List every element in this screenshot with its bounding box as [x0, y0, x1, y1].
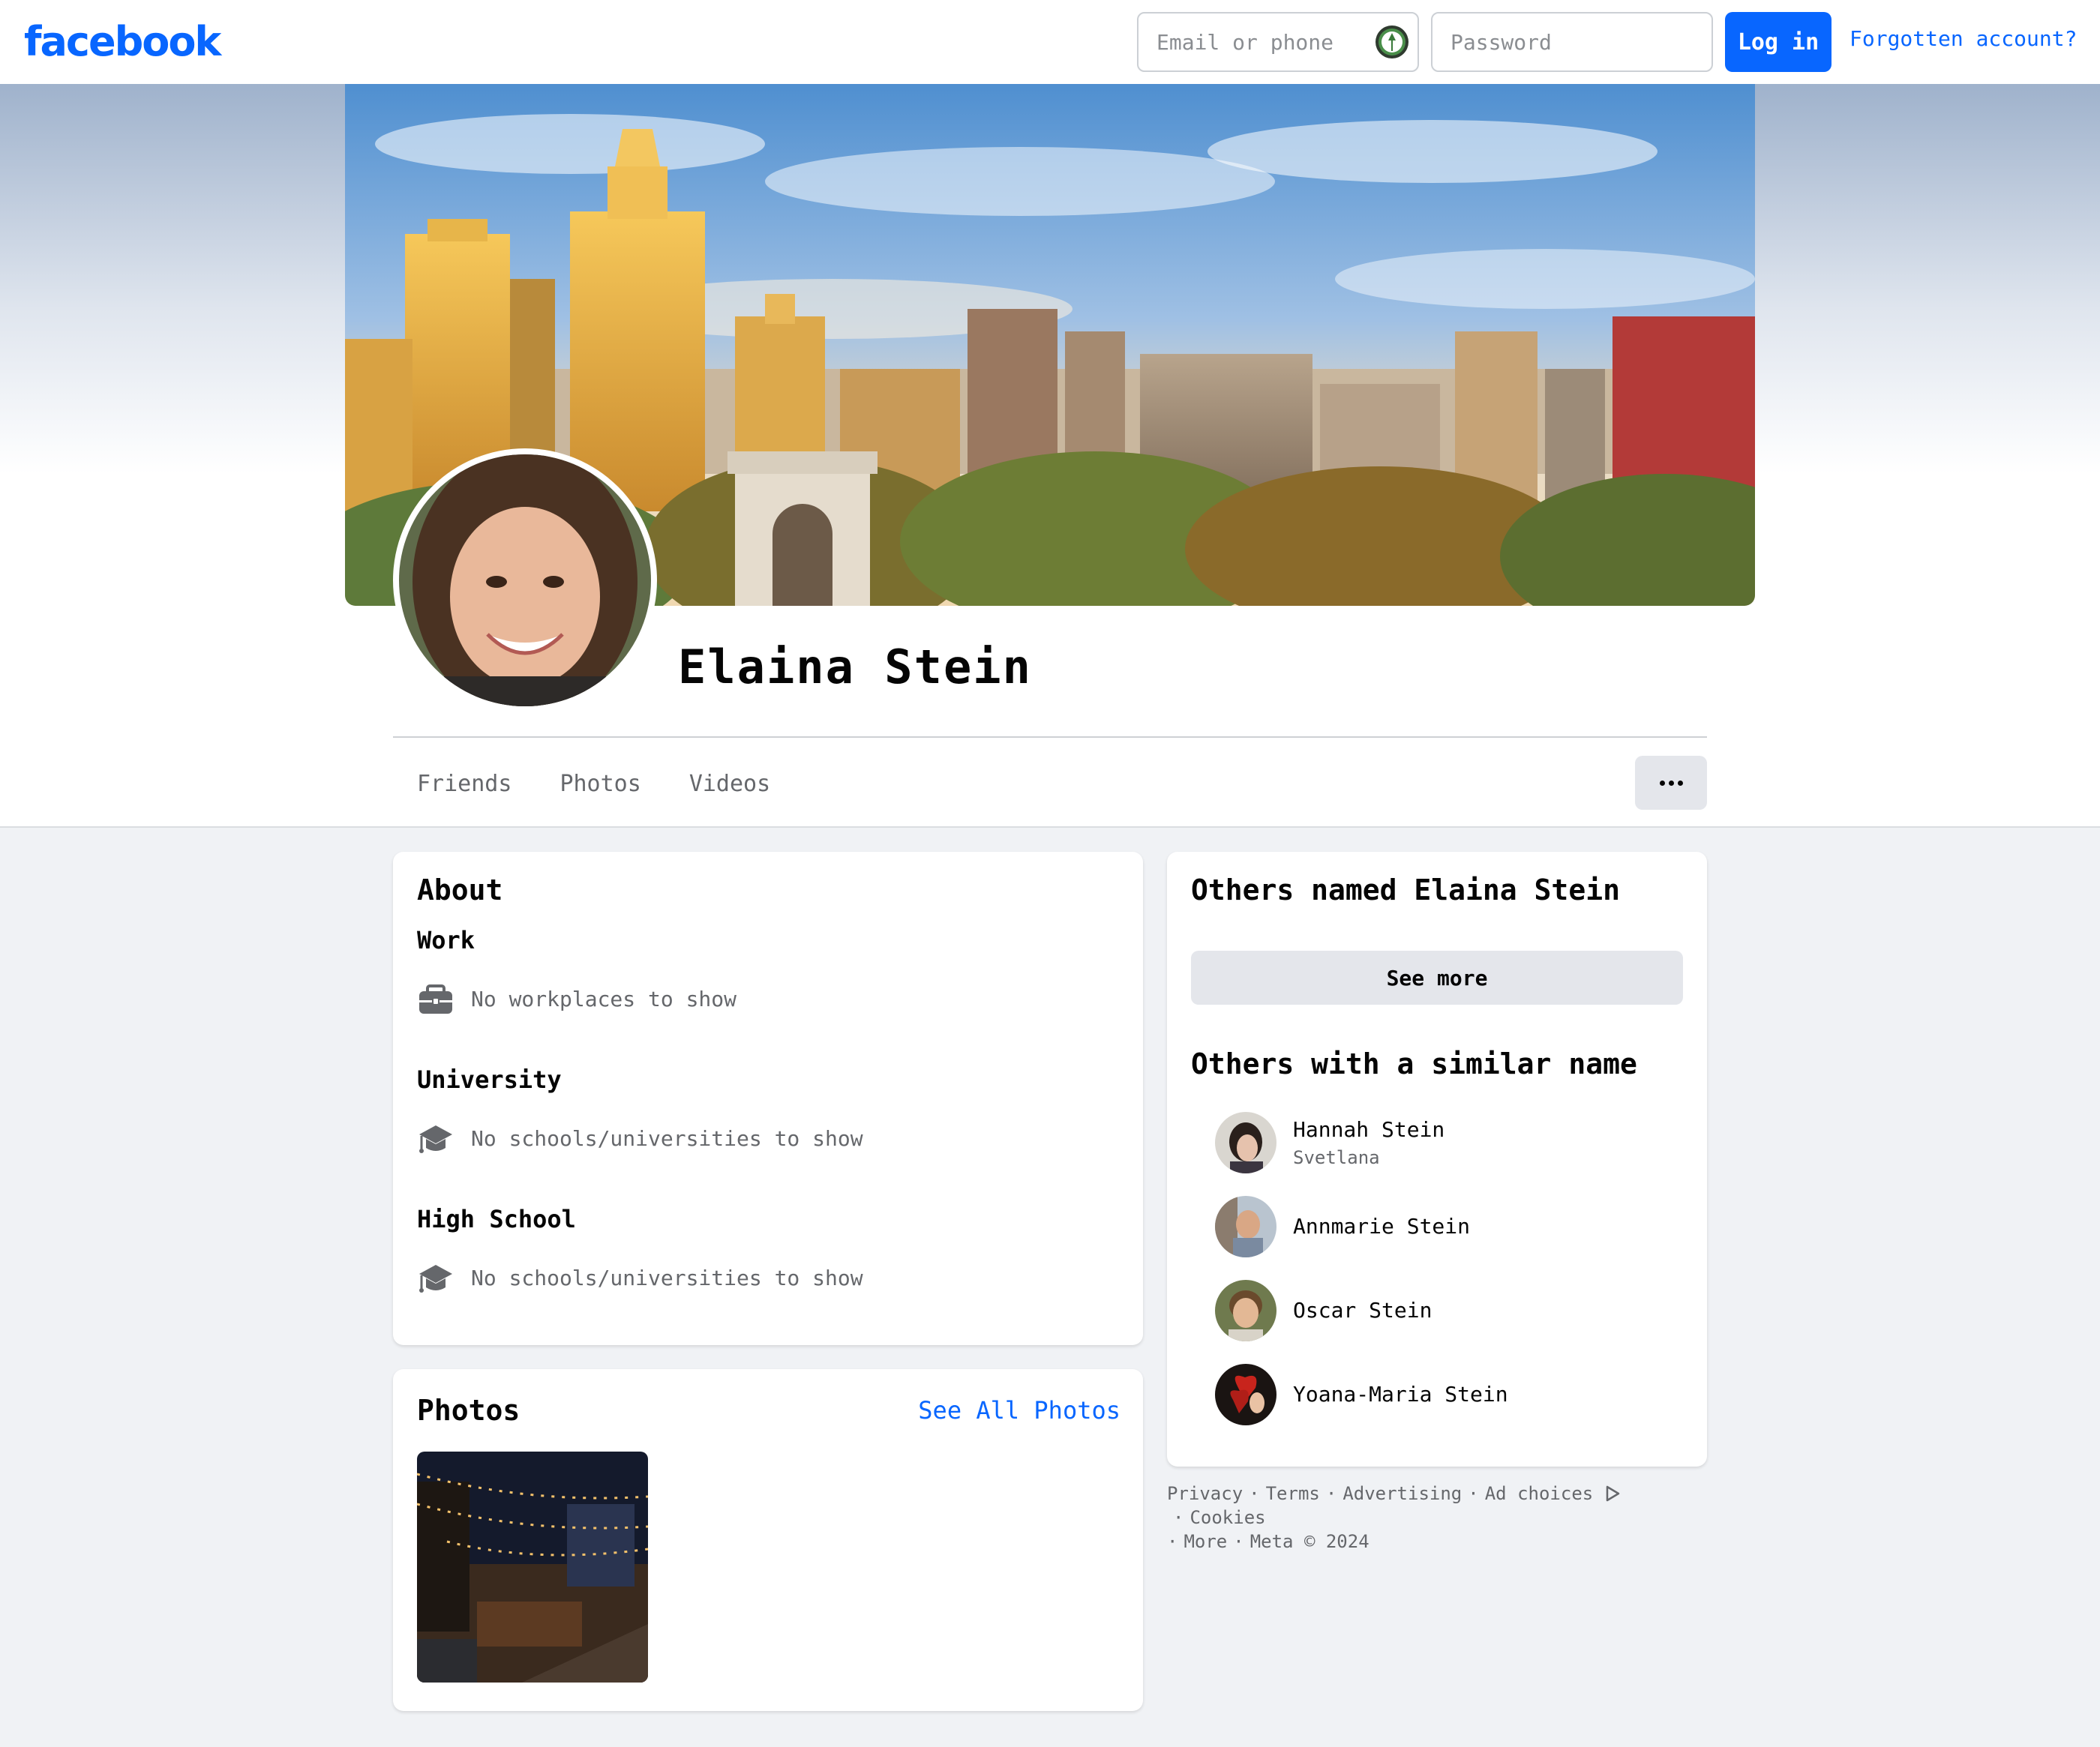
work-info-row: No workplaces to show — [417, 979, 736, 1018]
facebook-logo[interactable]: facebook — [24, 18, 221, 66]
footer-link-terms[interactable]: Terms — [1266, 1483, 1320, 1504]
more-dots-icon — [1668, 780, 1674, 786]
university-empty-text: No schools/universities to show — [471, 1125, 863, 1151]
tab-friends[interactable]: Friends — [393, 757, 536, 811]
list-item[interactable]: Annmarie Stein — [1215, 1195, 1470, 1258]
photo-thumbnail[interactable] — [417, 1452, 648, 1683]
forgotten-account-link[interactable]: Forgotten account? — [1850, 24, 2077, 54]
more-dots-icon — [1659, 780, 1665, 786]
more-dots-icon — [1677, 780, 1683, 786]
footer-link-cookies[interactable]: Cookies — [1190, 1507, 1265, 1528]
ad-choices-icon — [1606, 1485, 1619, 1502]
work-heading: Work — [417, 926, 476, 954]
tab-videos[interactable]: Videos — [665, 757, 794, 811]
password-input[interactable] — [1432, 13, 1712, 70]
person-subtitle: Svetlana — [1293, 1147, 1380, 1168]
about-title: About — [417, 874, 503, 906]
footer-link-more[interactable]: More — [1184, 1531, 1227, 1552]
footer: Privacy · Terms · Advertising · Ad choices · Co… — [1167, 1482, 1714, 1554]
briefcase-icon — [419, 984, 452, 1014]
graduation-cap-icon — [419, 1125, 452, 1153]
graduation-cap-icon — [419, 1265, 452, 1293]
avatar[interactable] — [1215, 1112, 1276, 1173]
high-school-empty-text: No schools/universities to show — [471, 1265, 863, 1290]
list-item[interactable]: Yoana-Maria Stein — [1215, 1363, 1508, 1426]
footer-link-privacy[interactable]: Privacy — [1167, 1483, 1243, 1504]
list-item[interactable]: Hannah Stein Svetlana — [1215, 1111, 1444, 1174]
more-options-button[interactable] — [1635, 756, 1707, 810]
photos-card: Photos See All Photos — [393, 1369, 1143, 1711]
profile-picture[interactable] — [393, 448, 657, 712]
copyright-text: Meta © 2024 — [1250, 1531, 1370, 1552]
avatar[interactable] — [1215, 1196, 1276, 1257]
person-name[interactable]: Oscar Stein — [1293, 1296, 1432, 1326]
ad-choices-label: Ad choices — [1484, 1483, 1594, 1504]
photos-title: Photos — [417, 1394, 520, 1427]
header-divider — [393, 736, 1707, 738]
avatar[interactable] — [1215, 1364, 1276, 1425]
person-name[interactable]: Yoana-Maria Stein — [1293, 1380, 1508, 1410]
person-name[interactable]: Hannah Stein — [1293, 1115, 1444, 1145]
top-navigation-bar: facebook Log in Forgotten account? — [0, 0, 2100, 84]
password-manager-icon[interactable] — [1374, 24, 1410, 60]
person-name[interactable]: Annmarie Stein — [1293, 1212, 1470, 1242]
login-button[interactable]: Log in — [1725, 12, 1832, 72]
others-named-card: Others named Elaina Stein See more Other… — [1167, 852, 1707, 1467]
footer-link-advertising[interactable]: Advertising — [1342, 1483, 1462, 1504]
university-info-row: No schools/universities to show — [417, 1119, 863, 1158]
work-empty-text: No workplaces to show — [471, 986, 737, 1011]
high-school-heading: High School — [417, 1205, 576, 1233]
similar-name-title: Others with a similar name — [1191, 1047, 1637, 1080]
high-school-info-row: No schools/universities to show — [417, 1258, 863, 1297]
university-heading: University — [417, 1065, 562, 1094]
password-field[interactable] — [1431, 12, 1713, 72]
list-item[interactable]: Oscar Stein — [1215, 1279, 1432, 1342]
footer-link-ad-choices[interactable]: Ad choices — [1485, 1483, 1621, 1504]
profile-name: Elaina Stein — [678, 640, 1032, 694]
tab-photos[interactable]: Photos — [536, 757, 664, 811]
others-named-title: Others named Elaina Stein — [1191, 874, 1620, 906]
avatar[interactable] — [1215, 1280, 1276, 1341]
about-card: About Work No workplaces to show Univers… — [393, 852, 1143, 1345]
see-all-photos-link[interactable]: See All Photos — [918, 1392, 1120, 1429]
email-field[interactable] — [1137, 12, 1419, 72]
profile-tabs: Friends Photos Videos — [393, 757, 794, 811]
see-more-button[interactable]: See more — [1191, 951, 1683, 1005]
